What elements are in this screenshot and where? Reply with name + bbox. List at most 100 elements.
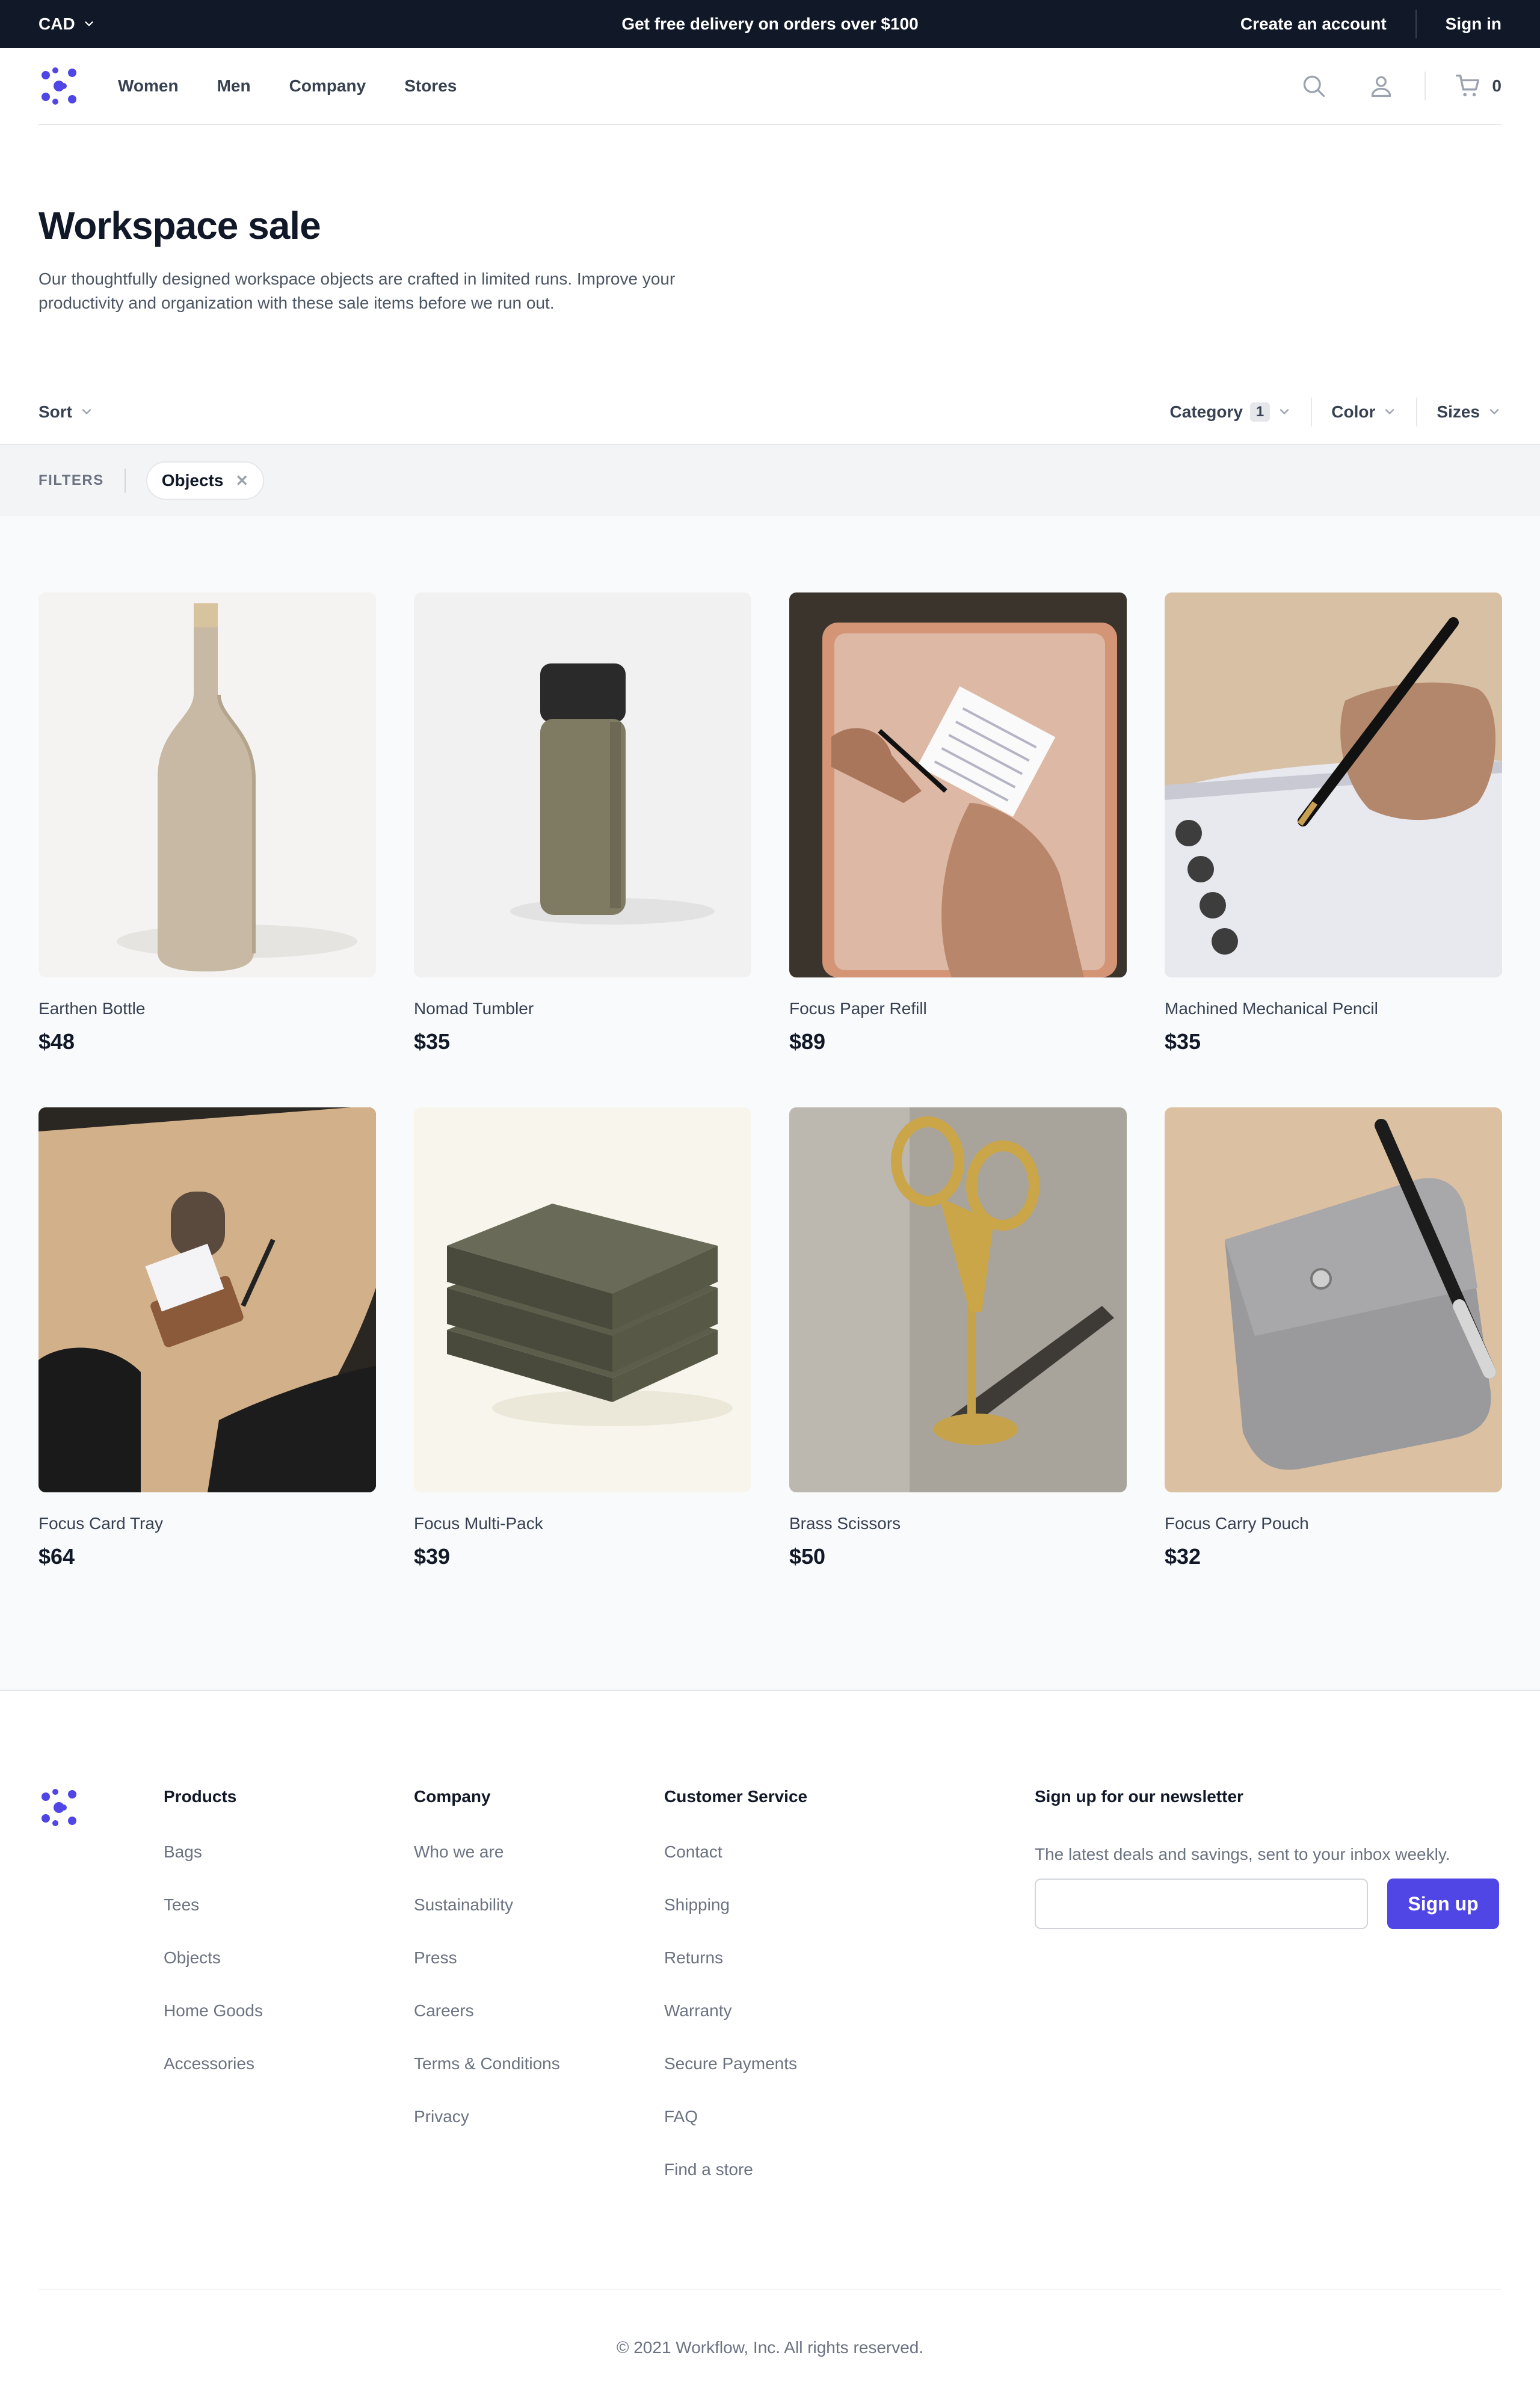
- footer-link[interactable]: Accessories: [164, 2054, 414, 2073]
- active-filter-label: Objects: [161, 471, 224, 490]
- active-filter-pill: Objects ✕: [146, 461, 265, 500]
- nav-company[interactable]: Company: [289, 76, 366, 96]
- product-name: Focus Multi-Pack: [414, 1514, 543, 1533]
- product-name: Earthen Bottle: [38, 999, 146, 1018]
- product-price: $48: [38, 1029, 75, 1054]
- focus-paper-refill-image: [789, 592, 1127, 977]
- active-filters-bar: FILTERS Objects ✕: [0, 445, 1540, 516]
- nomad-tumbler-image: [414, 592, 751, 977]
- footer-link[interactable]: Careers: [414, 2001, 664, 2020]
- sign-in-link[interactable]: Sign in: [1446, 14, 1502, 34]
- sizes-label: Sizes: [1437, 402, 1480, 421]
- footer-bottom: © 2021 Workflow, Inc. All rights reserve…: [38, 2289, 1502, 2357]
- product-image: [789, 592, 1127, 977]
- product-price: $39: [414, 1544, 451, 1569]
- footer-link[interactable]: Shipping: [664, 1895, 914, 1915]
- footer-link[interactable]: Contact: [664, 1842, 914, 1862]
- product-price: $35: [1165, 1029, 1201, 1054]
- currency-selector[interactable]: CAD: [38, 14, 96, 34]
- product-card[interactable]: Focus Card Tray $64: [38, 1107, 376, 1569]
- account-button[interactable]: [1367, 72, 1396, 100]
- footer-products-column: Products Bags Tees Objects Home Goods Ac…: [164, 1787, 414, 2213]
- product-grid: Earthen Bottle $48 Nomad Tumbler $35 Foc…: [38, 592, 1502, 1569]
- product-name: Nomad Tumbler: [414, 999, 534, 1018]
- footer-link[interactable]: Sustainability: [414, 1895, 664, 1915]
- workflow-logo[interactable]: [38, 1787, 79, 1828]
- product-name: Focus Carry Pouch: [1165, 1514, 1309, 1533]
- footer-link[interactable]: Warranty: [664, 2001, 914, 2020]
- product-price: $50: [789, 1544, 826, 1569]
- footer-link[interactable]: Who we are: [414, 1842, 664, 1862]
- copyright-text: © 2021 Workflow, Inc. All rights reserve…: [616, 2338, 924, 2357]
- chevron-down-icon: [85, 21, 93, 26]
- top-announcement-bar: CAD Get free delivery on orders over $10…: [0, 0, 1540, 48]
- product-card[interactable]: Machined Mechanical Pencil $35: [1165, 592, 1502, 1054]
- product-image: [38, 592, 376, 977]
- workflow-logo[interactable]: [38, 66, 79, 106]
- cart-button[interactable]: 0: [1455, 72, 1502, 100]
- product-name: Machined Mechanical Pencil: [1165, 999, 1378, 1018]
- product-card[interactable]: Focus Multi-Pack $39: [414, 1107, 751, 1569]
- footer-customer-service-title: Customer Service: [664, 1787, 808, 1806]
- nav-women[interactable]: Women: [118, 76, 179, 96]
- focus-multi-pack-image: [414, 1107, 751, 1492]
- footer-company-title: Company: [414, 1787, 491, 1806]
- product-price: $64: [38, 1544, 75, 1569]
- footer-link[interactable]: Objects: [164, 1948, 414, 1968]
- footer-customer-service-column: Customer Service Contact Shipping Return…: [664, 1787, 914, 2213]
- product-image: [414, 592, 751, 977]
- product-card[interactable]: Brass Scissors $50: [789, 1107, 1127, 1569]
- shopping-cart-icon: [1456, 75, 1480, 97]
- brass-scissors-image: [789, 1107, 1127, 1492]
- footer-link[interactable]: FAQ: [664, 2107, 914, 2126]
- category-label: Category: [1169, 402, 1243, 421]
- page-title: Workspace sale: [38, 204, 321, 247]
- product-card[interactable]: Nomad Tumbler $35: [414, 592, 751, 1054]
- user-icon: [1372, 76, 1391, 97]
- product-image: [789, 1107, 1127, 1492]
- chevron-down-icon: [1280, 409, 1289, 414]
- chevron-down-icon: [82, 409, 91, 414]
- footer-link[interactable]: Bags: [164, 1842, 414, 1862]
- header-divider: [1424, 72, 1426, 100]
- product-name: Focus Card Tray: [38, 1514, 163, 1533]
- footer-link[interactable]: Secure Payments: [664, 2054, 914, 2073]
- sort-dropdown[interactable]: Sort: [38, 402, 94, 422]
- product-image: [1165, 1107, 1502, 1492]
- sizes-filter-dropdown[interactable]: Sizes: [1437, 402, 1502, 422]
- nav-stores[interactable]: Stores: [404, 76, 457, 96]
- mechanical-pencil-image: [1165, 592, 1502, 977]
- product-card[interactable]: Focus Carry Pouch $32: [1165, 1107, 1502, 1569]
- newsletter-email-input[interactable]: [1035, 1879, 1368, 1929]
- search-icon: [1304, 75, 1325, 97]
- earthen-bottle-image: [38, 592, 376, 977]
- footer-link[interactable]: Privacy: [414, 2107, 664, 2126]
- product-grid-section: Earthen Bottle $48 Nomad Tumbler $35 Foc…: [0, 516, 1540, 1691]
- sign-up-button[interactable]: Sign up: [1387, 1879, 1499, 1929]
- footer-link[interactable]: Tees: [164, 1895, 414, 1915]
- remove-filter-icon[interactable]: ✕: [235, 472, 248, 490]
- search-button[interactable]: [1299, 72, 1328, 100]
- page-description: Our thoughtfully designed workspace obje…: [38, 269, 676, 312]
- filter-divider: [1311, 398, 1313, 426]
- color-label: Color: [1331, 402, 1376, 421]
- currency-label: CAD: [38, 14, 75, 33]
- footer-link[interactable]: Terms & Conditions: [414, 2054, 664, 2073]
- nav-men[interactable]: Men: [217, 76, 251, 96]
- footer-link[interactable]: Press: [414, 1948, 664, 1968]
- hero-section: Workspace sale Our thoughtfully designed…: [0, 125, 1540, 315]
- footer-link[interactable]: Home Goods: [164, 2001, 414, 2020]
- footer-company-column: Company Who we are Sustainability Press …: [414, 1787, 664, 2213]
- footer-link[interactable]: Returns: [664, 1948, 914, 1968]
- product-card[interactable]: Focus Paper Refill $89: [789, 592, 1127, 1054]
- create-account-link[interactable]: Create an account: [1240, 14, 1387, 34]
- product-name: Focus Paper Refill: [789, 999, 927, 1018]
- footer-link[interactable]: Find a store: [664, 2160, 914, 2179]
- product-image: [38, 1107, 376, 1492]
- site-footer: Products Bags Tees Objects Home Goods Ac…: [0, 1691, 1540, 2357]
- color-filter-dropdown[interactable]: Color: [1331, 402, 1397, 422]
- chevron-down-icon: [1385, 409, 1394, 414]
- category-filter-dropdown[interactable]: Category 1: [1170, 402, 1292, 422]
- chevron-down-icon: [1489, 409, 1499, 414]
- product-card[interactable]: Earthen Bottle $48: [38, 592, 376, 1054]
